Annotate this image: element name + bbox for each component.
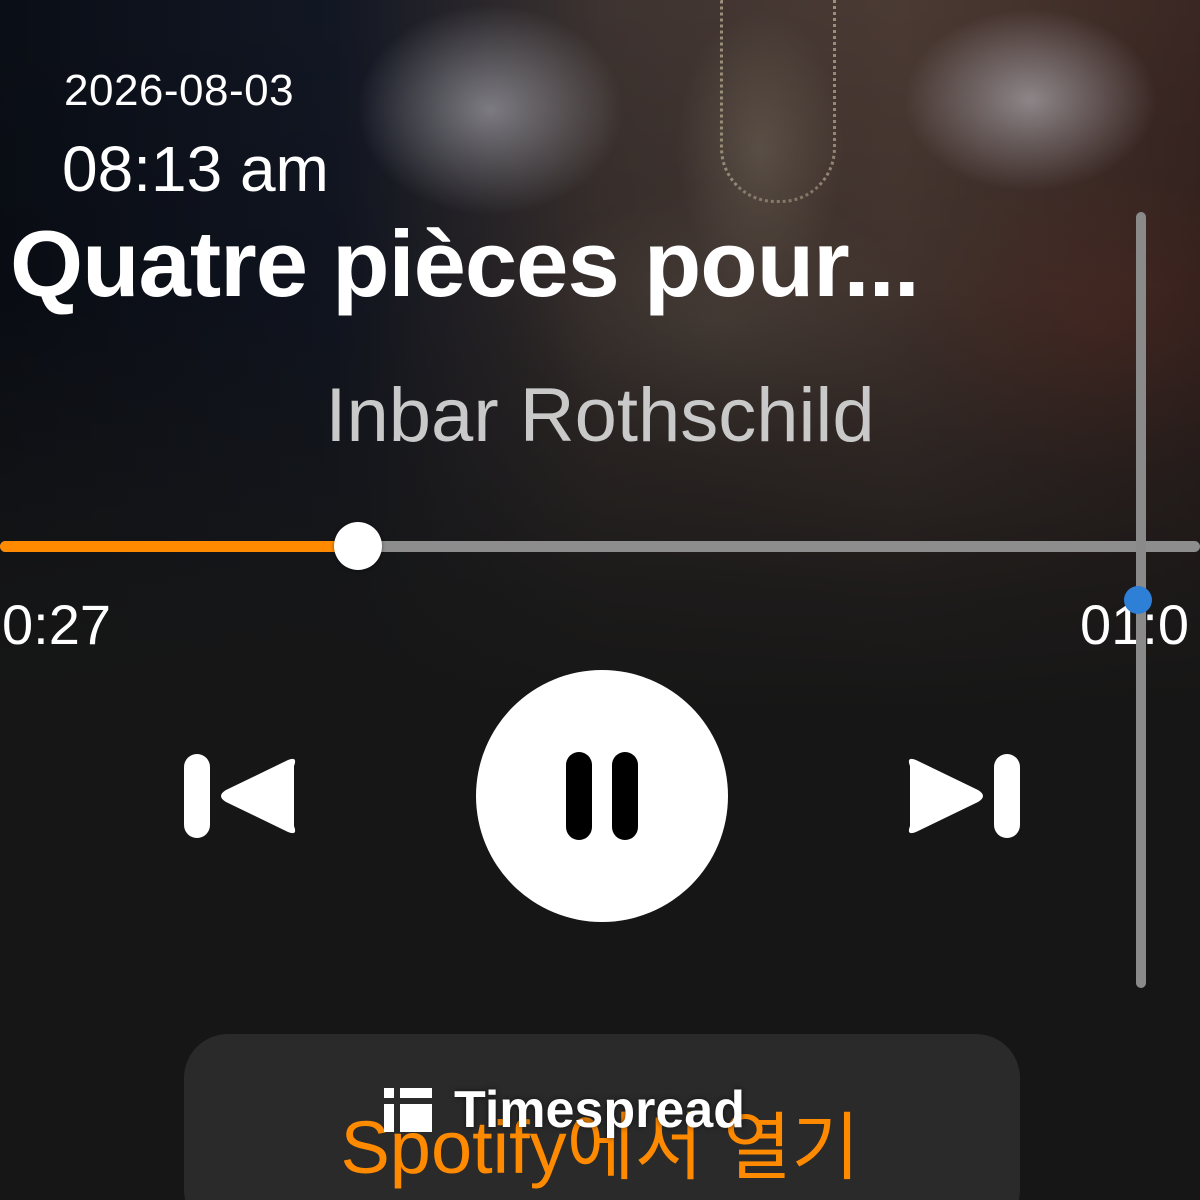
watermark-text: Timespread (454, 1081, 745, 1139)
progress-played (0, 541, 358, 552)
pause-icon (566, 752, 638, 840)
status-time: 08:13 am (62, 133, 329, 205)
now-playing-screen: 2026-08-03 08:13 am Quatre pièces pour..… (0, 0, 1200, 1200)
elapsed-time: 0:27 (2, 593, 111, 656)
track-title: Quatre pièces pour... (10, 211, 920, 316)
watermark: Timespread (384, 1080, 745, 1140)
album-art-detail (720, 0, 836, 203)
next-track-button[interactable] (902, 752, 1022, 840)
skip-previous-icon (184, 754, 296, 838)
previous-track-button[interactable] (182, 752, 302, 840)
progress-bar[interactable] (0, 541, 1200, 552)
scroll-position-indicator (1124, 586, 1152, 614)
track-artist[interactable]: Inbar Rothschild (0, 372, 1200, 459)
timespread-logo-icon (384, 1088, 432, 1132)
progress-thumb[interactable] (334, 522, 382, 570)
skip-next-icon (908, 754, 1020, 838)
pause-button[interactable] (476, 670, 728, 922)
status-date: 2026-08-03 (64, 66, 295, 115)
